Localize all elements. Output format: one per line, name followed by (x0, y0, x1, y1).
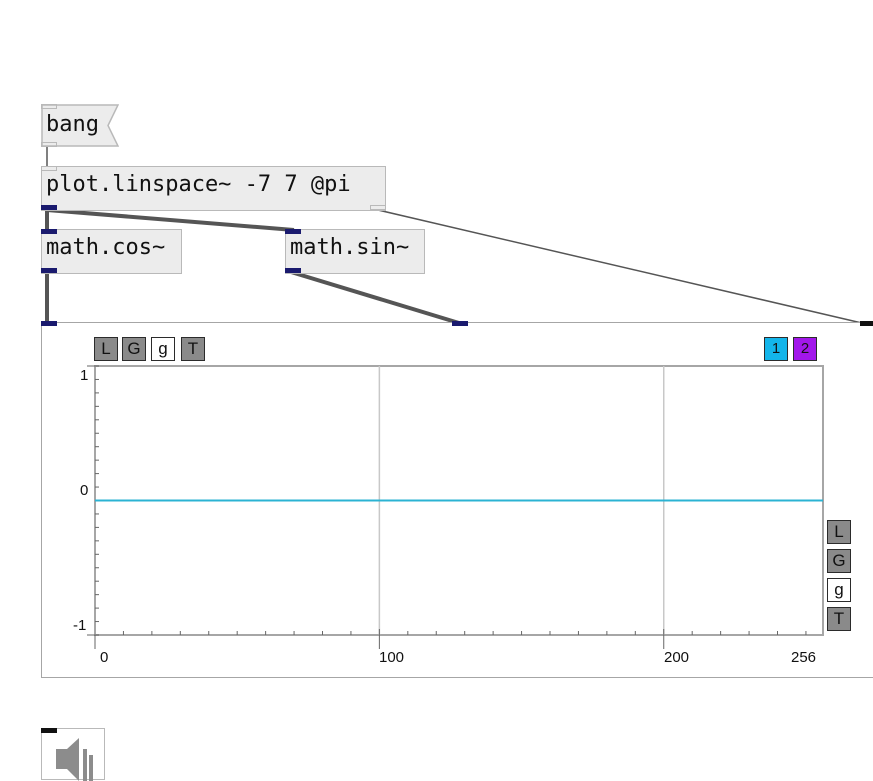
cos-label: math.cos~ (46, 235, 166, 260)
cos-outlet[interactable] (41, 268, 57, 273)
bang-label: bang (46, 112, 99, 137)
linspace-outlet-left[interactable] (41, 205, 57, 210)
plot-area (87, 365, 824, 649)
linspace-inlet[interactable] (41, 166, 57, 171)
linspace-outlet-right[interactable] (370, 205, 386, 210)
plot-object[interactable]: L G g T 1 2 L G g T 1 0 -1 0 100 200 256 (41, 321, 873, 678)
bang-inlet[interactable] (41, 104, 57, 109)
cos-object[interactable]: math.cos~ (41, 229, 182, 274)
bang-outlet[interactable] (41, 142, 57, 147)
sin-inlet[interactable] (285, 229, 301, 234)
cord-linspace-to-sin (46, 208, 295, 232)
sin-outlet[interactable] (285, 268, 301, 273)
sin-label: math.sin~ (290, 235, 410, 260)
cord-sin-to-plot (290, 270, 460, 325)
cord-linspace-to-plot (377, 209, 867, 325)
bang-message-box[interactable]: bang (41, 104, 119, 147)
x-tick-label-0: 0 (100, 649, 109, 666)
speaker-icon (56, 738, 93, 781)
y-tick-label-top: 1 (80, 367, 89, 384)
sin-object[interactable]: math.sin~ (285, 229, 425, 274)
x-tick-label-256: 256 (791, 649, 817, 666)
x-tick-label-200: 200 (664, 649, 690, 666)
audio-on-off-button[interactable] (41, 728, 105, 781)
x-tick-label-100: 100 (379, 649, 405, 666)
linspace-object[interactable]: plot.linspace~ -7 7 @pi (41, 166, 386, 211)
linspace-label: plot.linspace~ -7 7 @pi (46, 172, 351, 197)
y-tick-label-mid: 0 (80, 482, 89, 499)
y-tick-label-bottom: -1 (73, 617, 87, 634)
cos-inlet[interactable] (41, 229, 57, 234)
